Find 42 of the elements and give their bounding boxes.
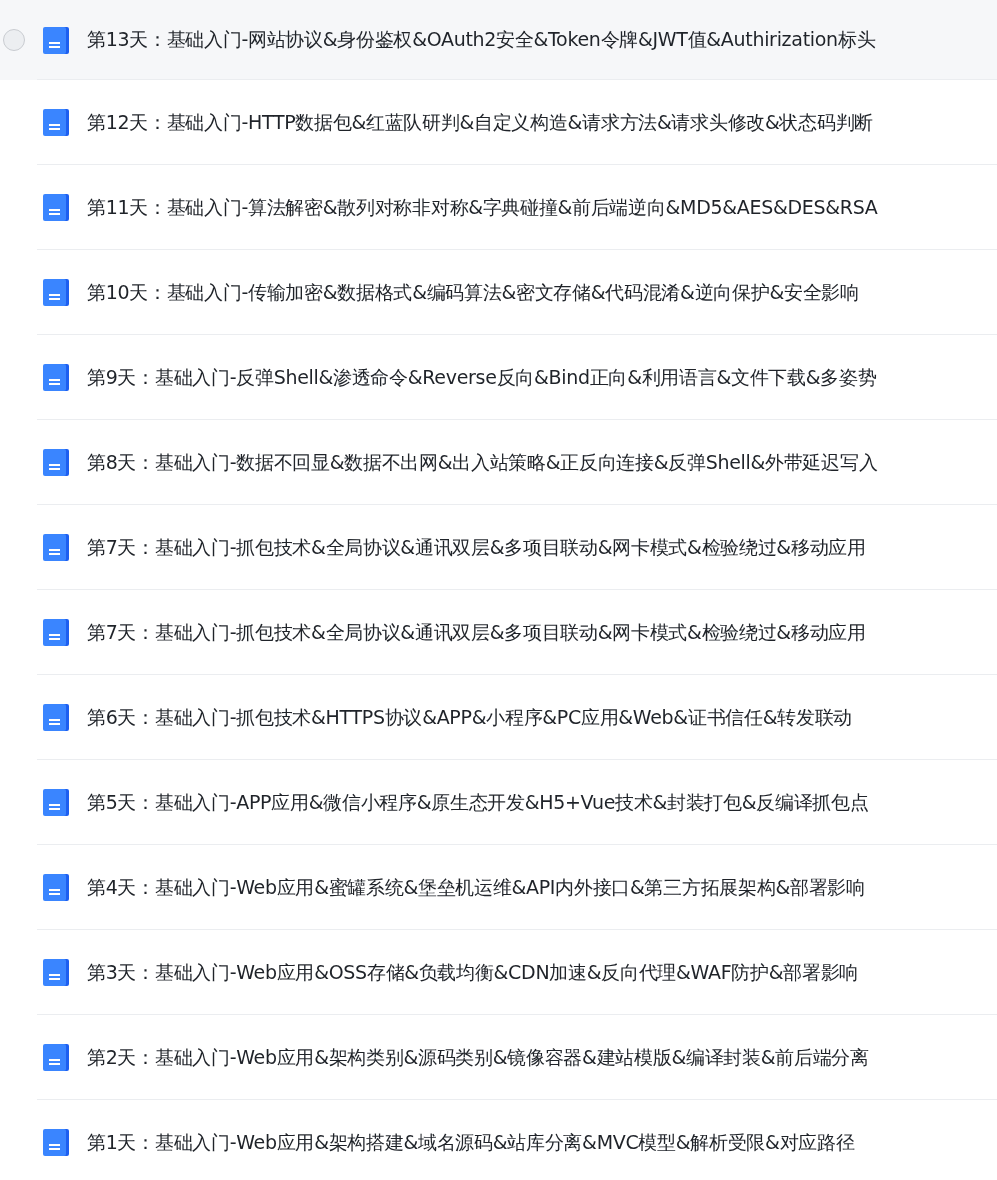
file-title: 第1天：基础入门-Web应用&架构搭建&域名源码&站库分离&MVC模型&解析受限&对应路径 (87, 1129, 855, 1155)
document-icon (43, 619, 69, 646)
file-title: 第5天：基础入门-APP应用&微信小程序&原生态开发&H5+Vue技术&封装打包&反编译抓包点 (87, 789, 869, 815)
document-icon (43, 789, 69, 816)
file-row[interactable]: 第2天：基础入门-Web应用&架构类别&源码类别&镜像容器&建站模版&编译封装&前后端分离 (0, 1015, 997, 1100)
document-icon (43, 364, 69, 391)
file-title: 第10天：基础入门-传输加密&数据格式&编码算法&密文存储&代码混淆&逆向保护&安全影响 (87, 279, 859, 305)
file-title: 第7天：基础入门-抓包技术&全局协议&通讯双层&多项目联动&网卡模式&检验绕过&移动应用 (87, 619, 866, 645)
file-title: 第6天：基础入门-抓包技术&HTTPS协议&APP&小程序&PC应用&Web&证书信任&转发联动 (87, 704, 852, 730)
document-icon (43, 1129, 69, 1156)
file-title: 第11天：基础入门-算法解密&散列对称非对称&字典碰撞&前后端逆向&MD5&AES&DES&RSA (87, 194, 878, 220)
file-title: 第3天：基础入门-Web应用&OSS存储&负载均衡&CDN加速&反向代理&WAF防护&部署影响 (87, 959, 859, 985)
document-icon (43, 959, 69, 986)
file-row[interactable]: 第7天：基础入门-抓包技术&全局协议&通讯双层&多项目联动&网卡模式&检验绕过&移动应用 (0, 505, 997, 590)
file-row[interactable]: 第5天：基础入门-APP应用&微信小程序&原生态开发&H5+Vue技术&封装打包&反编译抓包点 (0, 760, 997, 845)
file-row[interactable]: 第10天：基础入门-传输加密&数据格式&编码算法&密文存储&代码混淆&逆向保护&安全影响 (0, 250, 997, 335)
file-row[interactable]: 第12天：基础入门-HTTP数据包&红蓝队研判&自定义构造&请求方法&请求头修改&状态码判断 (0, 80, 997, 165)
file-row[interactable]: 第4天：基础入门-Web应用&蜜罐系统&堡垒机运维&API内外接口&第三方拓展架构&部署影响 (0, 845, 997, 930)
document-icon (43, 874, 69, 901)
document-icon (43, 704, 69, 731)
document-icon (43, 194, 69, 221)
file-row[interactable]: 第9天：基础入门-反弹Shell&渗透命令&Reverse反向&Bind正向&利用语言&文件下载&多姿势 (0, 335, 997, 420)
select-checkbox[interactable] (3, 29, 25, 51)
file-row[interactable]: 第11天：基础入门-算法解密&散列对称非对称&字典碰撞&前后端逆向&MD5&AES&DES&RSA (0, 165, 997, 250)
file-title: 第13天：基础入门-网站协议&身份鉴权&OAuth2安全&Token令牌&JWT值&Authirization标头 (87, 27, 876, 52)
file-row[interactable]: 第8天：基础入门-数据不回显&数据不出网&出入站策略&正反向连接&反弹Shell&外带延迟写入 (0, 420, 997, 505)
file-row[interactable]: 第6天：基础入门-抓包技术&HTTPS协议&APP&小程序&PC应用&Web&证书信任&转发联动 (0, 675, 997, 760)
document-icon (43, 449, 69, 476)
document-icon (43, 109, 69, 136)
file-row[interactable]: 第7天：基础入门-抓包技术&全局协议&通讯双层&多项目联动&网卡模式&检验绕过&移动应用 (0, 590, 997, 675)
file-title: 第2天：基础入门-Web应用&架构类别&源码类别&镜像容器&建站模版&编译封装&前后端分离 (87, 1044, 869, 1070)
file-title: 第12天：基础入门-HTTP数据包&红蓝队研判&自定义构造&请求方法&请求头修改&状态码判断 (87, 109, 873, 135)
file-row[interactable]: 第3天：基础入门-Web应用&OSS存储&负载均衡&CDN加速&反向代理&WAF防护&部署影响 (0, 930, 997, 1015)
document-icon (43, 279, 69, 306)
file-title: 第4天：基础入门-Web应用&蜜罐系统&堡垒机运维&API内外接口&第三方拓展架构&部署影响 (87, 874, 865, 900)
file-title: 第9天：基础入门-反弹Shell&渗透命令&Reverse反向&Bind正向&利用语言&文件下载&多姿势 (87, 364, 877, 390)
file-title: 第8天：基础入门-数据不回显&数据不出网&出入站策略&正反向连接&反弹Shell&外带延迟写入 (87, 449, 878, 475)
document-icon (43, 1044, 69, 1071)
file-row[interactable]: 第13天：基础入门-网站协议&身份鉴权&OAuth2安全&Token令牌&JWT值&Authirization标头 (0, 0, 997, 80)
document-icon (43, 534, 69, 561)
file-title: 第7天：基础入门-抓包技术&全局协议&通讯双层&多项目联动&网卡模式&检验绕过&移动应用 (87, 534, 866, 560)
document-icon (43, 26, 69, 54)
